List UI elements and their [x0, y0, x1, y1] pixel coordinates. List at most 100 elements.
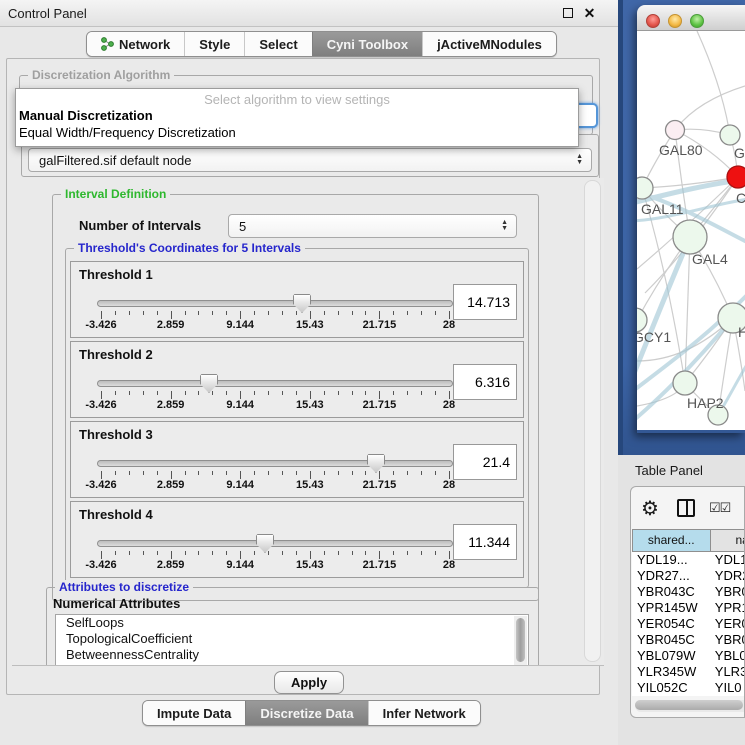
table-row[interactable]: YLR345WYLR3: [632, 664, 745, 680]
cell[interactable]: YDR2: [711, 568, 745, 584]
node-gal11[interactable]: [637, 177, 653, 199]
table-panel: Table Panel ⚙ ☑☑ shared... name YDL19...…: [618, 455, 745, 745]
label-g: GA: [734, 145, 745, 161]
label-gcy1: GCY1: [637, 329, 671, 345]
table-body: YDL19...YDL1 YDR27...YDR2 YBR043CYBR0 YP…: [632, 552, 745, 696]
split-column-icon[interactable]: [677, 499, 695, 517]
cell[interactable]: YER054C: [632, 616, 711, 632]
threshold-1-value[interactable]: 14.713: [453, 284, 517, 320]
algorithm-prompt-item[interactable]: Select algorithm to view settings: [16, 92, 578, 107]
table-data-combo[interactable]: galFiltered.sif default node ▲▼: [28, 148, 592, 172]
threshold-3-slider[interactable]: -3.4262.8599.14415.4321.71528: [97, 458, 455, 488]
cell[interactable]: YPR145W: [632, 600, 711, 616]
cell[interactable]: YDL1: [711, 552, 745, 568]
number-of-intervals-combo[interactable]: 5 ▲▼: [228, 214, 517, 238]
cell[interactable]: YBR045C: [632, 632, 711, 648]
threshold-4-value[interactable]: 11.344: [453, 524, 517, 560]
tab-impute-data[interactable]: Impute Data: [143, 701, 245, 725]
node-table: shared... name YDL19...YDL1 YDR27...YDR2…: [632, 529, 745, 696]
table-row[interactable]: YBL079WYBL0: [632, 648, 745, 664]
table-row[interactable]: YIL052CYIL0: [632, 680, 745, 696]
slider-ticks: [101, 311, 449, 319]
cell[interactable]: YDR27...: [632, 568, 711, 584]
threshold-4-slider[interactable]: -3.4262.8599.14415.4321.71528: [97, 538, 455, 568]
cell[interactable]: YBL0: [711, 648, 745, 664]
node-red-selected[interactable]: [727, 166, 745, 188]
gear-icon[interactable]: ⚙: [641, 496, 659, 521]
algorithm-item-equal-width[interactable]: Equal Width/Frequency Discretization: [16, 124, 578, 141]
zoom-traffic-light[interactable]: [690, 14, 704, 28]
slider-tick-labels: -3.4262.8599.14415.4321.71528: [101, 319, 449, 331]
table-row[interactable]: YBR043CYBR0: [632, 584, 745, 600]
tab-cyni-toolbox[interactable]: Cyni Toolbox: [312, 32, 422, 56]
network-window-titlebar[interactable]: [637, 5, 745, 31]
threshold-1-slider[interactable]: -3.4262.8599.14415.4321.71528: [97, 298, 455, 328]
node-gal80[interactable]: [666, 121, 685, 140]
tab-select[interactable]: Select: [244, 32, 311, 56]
list-item[interactable]: BetweennessCentrality: [56, 647, 528, 663]
cell[interactable]: YBR0: [711, 632, 745, 648]
algorithm-item-manual[interactable]: Manual Discretization: [16, 107, 578, 124]
scrollbar-thumb[interactable]: [516, 618, 525, 662]
column-header-shared-name[interactable]: shared...: [632, 529, 711, 552]
slider-track[interactable]: [97, 380, 453, 387]
close-icon[interactable]: ✕: [583, 7, 596, 20]
tab-network[interactable]: Network: [87, 32, 184, 56]
network-canvas[interactable]: GAL80 GA C GAL11 GAL4 GCY1 H HAP2: [637, 31, 745, 430]
tab-jactivemnodules[interactable]: jActiveMNodules: [422, 32, 556, 56]
tab-network-label: Network: [119, 37, 170, 52]
slider-track[interactable]: [97, 300, 453, 307]
checkbox-icons[interactable]: ☑☑: [709, 500, 730, 516]
slider-tick-labels: -3.4262.8599.14415.4321.71528: [101, 479, 449, 491]
float-window-icon[interactable]: [561, 7, 574, 20]
cell[interactable]: YER0: [711, 616, 745, 632]
tab-infer-network[interactable]: Infer Network: [368, 701, 480, 725]
node-g[interactable]: [720, 125, 740, 145]
cell[interactable]: YIL052C: [632, 680, 711, 696]
scrollbar-thumb[interactable]: [635, 700, 743, 710]
discretization-algorithm-title: Discretization Algorithm: [28, 68, 174, 82]
cell[interactable]: YDL19...: [632, 552, 711, 568]
slider-tick-labels: -3.4262.8599.14415.4321.71528: [101, 399, 449, 411]
table-row[interactable]: YER054CYER0: [632, 616, 745, 632]
spinner-arrows-icon: ▲▼: [501, 215, 508, 237]
tab-discretize-data[interactable]: Discretize Data: [245, 701, 367, 725]
threshold-2-value[interactable]: 6.316: [453, 364, 517, 400]
close-traffic-light[interactable]: [646, 14, 660, 28]
label-h: H: [738, 324, 745, 340]
table-row[interactable]: YPR145WYPR1: [632, 600, 745, 616]
attributes-scrollbar[interactable]: [514, 616, 527, 666]
minimize-traffic-light[interactable]: [668, 14, 682, 28]
cell[interactable]: YLR345W: [632, 664, 711, 680]
node-hap2[interactable]: [673, 371, 697, 395]
cell[interactable]: YBR0: [711, 584, 745, 600]
slider-track[interactable]: [97, 540, 453, 547]
cell[interactable]: YIL0: [711, 680, 745, 696]
apply-button[interactable]: Apply: [274, 671, 344, 694]
table-row[interactable]: YDL19...YDL1: [632, 552, 745, 568]
node-gal4[interactable]: [673, 220, 707, 254]
list-item[interactable]: TopologicalCoefficient: [56, 631, 528, 647]
settings-scrollbar[interactable]: [584, 180, 601, 662]
tab-impute-data-label: Impute Data: [157, 706, 231, 721]
list-item[interactable]: SelfLoops: [56, 615, 528, 631]
tab-style[interactable]: Style: [184, 32, 244, 56]
label-gal4: GAL4: [692, 251, 728, 267]
numerical-attributes-list[interactable]: SelfLoops TopologicalCoefficient Between…: [55, 614, 529, 666]
cell[interactable]: YLR3: [711, 664, 745, 680]
panel-title: Control Panel: [8, 6, 87, 21]
tab-discretize-data-label: Discretize Data: [260, 706, 353, 721]
table-horizontal-scrollbar[interactable]: [635, 700, 745, 712]
cell[interactable]: YBR043C: [632, 584, 711, 600]
cell[interactable]: YBL079W: [632, 648, 711, 664]
threshold-4-box: Threshold 4 -3.4262.8599.14415.4321.7152…: [70, 501, 524, 578]
table-row[interactable]: YBR045CYBR0: [632, 632, 745, 648]
table-row[interactable]: YDR27...YDR2: [632, 568, 745, 584]
interval-definition-title: Interval Definition: [61, 187, 170, 201]
slider-track[interactable]: [97, 460, 453, 467]
threshold-2-slider[interactable]: -3.4262.8599.14415.4321.71528: [97, 378, 455, 408]
column-header-name[interactable]: name: [711, 529, 745, 552]
cell[interactable]: YPR1: [711, 600, 745, 616]
panel-divider[interactable]: [618, 0, 623, 455]
threshold-3-value[interactable]: 21.4: [453, 444, 517, 480]
